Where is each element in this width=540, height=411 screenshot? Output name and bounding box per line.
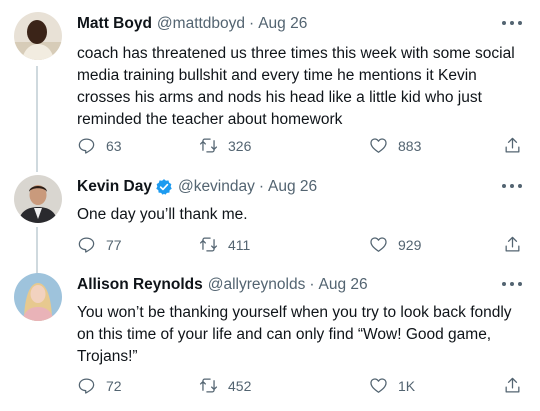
- heart-icon: [370, 138, 387, 153]
- verified-badge-icon: [156, 179, 172, 195]
- reply-button[interactable]: 72: [77, 376, 122, 395]
- avatar-matt-boyd[interactable]: [14, 12, 62, 60]
- separator-dot: ·: [258, 178, 265, 195]
- like-count: 1K: [398, 377, 416, 394]
- tweet-date[interactable]: Aug 26: [319, 276, 368, 294]
- tweet-date[interactable]: Aug 26: [268, 178, 317, 196]
- like-button[interactable]: 929: [369, 235, 421, 254]
- share-button[interactable]: [503, 376, 522, 395]
- like-button[interactable]: 883: [369, 136, 421, 155]
- retweet-button[interactable]: 326: [199, 136, 251, 155]
- reply-count: 77: [106, 236, 122, 253]
- more-options-icon[interactable]: [502, 279, 522, 289]
- heart-icon: [370, 378, 387, 393]
- like-count: 929: [398, 236, 422, 253]
- reply-icon: [78, 378, 95, 394]
- tweet-text: One day you’ll thank me.: [77, 206, 248, 223]
- tweet-matt-boyd[interactable]: Matt Boyd @mattdboyd · Aug 26 coach has …: [0, 0, 540, 172]
- share-button[interactable]: [503, 235, 522, 254]
- share-icon: [505, 137, 520, 153]
- retweet-count: 452: [228, 377, 252, 394]
- retweet-button[interactable]: 452: [199, 376, 251, 395]
- tweet-kevin-day[interactable]: Kevin Day @kevinday · Aug 26 One day you…: [0, 165, 540, 277]
- tweet-actions: 77 411 929: [77, 235, 527, 259]
- share-icon: [505, 377, 520, 393]
- separator-dot: ·: [249, 15, 255, 32]
- share-button[interactable]: [503, 136, 522, 155]
- retweet-icon: [199, 378, 218, 393]
- more-options-icon[interactable]: [502, 18, 522, 28]
- username-handle[interactable]: @mattdboyd: [157, 15, 245, 33]
- retweet-count: 326: [228, 137, 252, 154]
- like-button[interactable]: 1K: [369, 376, 415, 395]
- tweet-header: Matt Boyd @mattdboyd · Aug 26: [77, 15, 307, 33]
- username-handle[interactable]: @kevinday: [178, 178, 255, 196]
- retweet-count: 411: [228, 236, 251, 253]
- tweet-header: Allison Reynolds @allyreynolds · Aug 26: [77, 276, 368, 294]
- username-handle[interactable]: @allyreynolds: [208, 276, 306, 294]
- tweet-actions: 63 326 883: [77, 136, 527, 160]
- more-options-icon[interactable]: [502, 181, 522, 191]
- share-icon: [505, 236, 520, 252]
- display-name[interactable]: Kevin Day: [77, 178, 152, 196]
- heart-icon: [370, 237, 387, 252]
- retweet-icon: [199, 237, 218, 252]
- reply-button[interactable]: 63: [77, 136, 122, 155]
- display-name[interactable]: Matt Boyd: [77, 15, 152, 33]
- tweet-thread: Matt Boyd @mattdboyd · Aug 26 coach has …: [0, 0, 540, 411]
- like-count: 883: [398, 137, 422, 154]
- thread-connector-line: [36, 66, 38, 172]
- tweet-allison-reynolds[interactable]: Allison Reynolds @allyreynolds · Aug 26 …: [0, 263, 540, 411]
- display-name[interactable]: Allison Reynolds: [77, 276, 203, 294]
- reply-icon: [78, 138, 95, 154]
- retweet-icon: [199, 138, 218, 153]
- avatar-allison-reynolds[interactable]: [14, 273, 62, 321]
- retweet-button[interactable]: 411: [199, 235, 250, 254]
- separator-dot: ·: [309, 276, 315, 293]
- reply-button[interactable]: 77: [77, 235, 122, 254]
- reply-count: 72: [106, 377, 122, 394]
- tweet-actions: 72 452 1K: [77, 376, 527, 400]
- tweet-header: Kevin Day @kevinday · Aug 26: [77, 178, 317, 196]
- tweet-text: You won’t be thanking yourself when you …: [77, 304, 512, 365]
- reply-icon: [78, 237, 95, 253]
- avatar-kevin-day[interactable]: [14, 175, 62, 223]
- tweet-text: coach has threatened us three times this…: [77, 45, 515, 128]
- reply-count: 63: [106, 137, 122, 154]
- tweet-date[interactable]: Aug 26: [258, 15, 307, 33]
